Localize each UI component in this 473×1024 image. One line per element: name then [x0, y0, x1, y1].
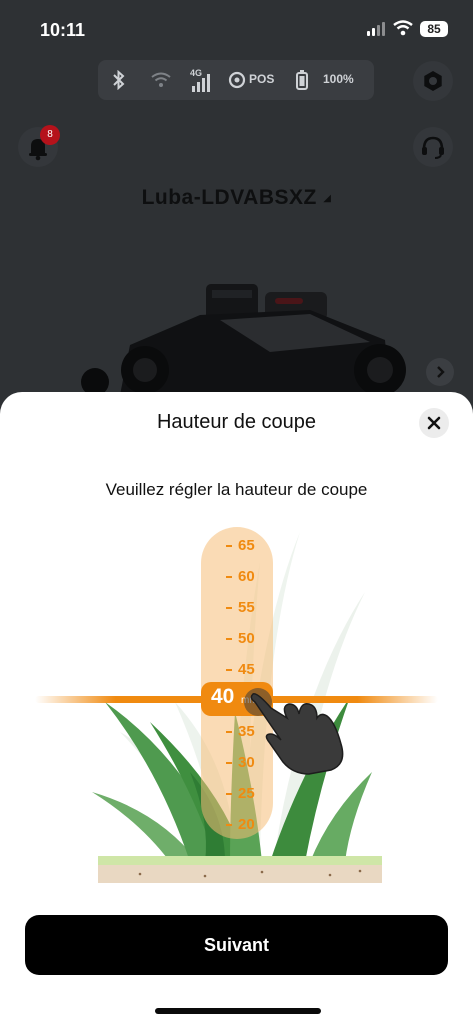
ruler-tick-mark [226, 576, 232, 579]
cellular-signal-icon [367, 22, 387, 36]
ruler-tick-mark [226, 731, 232, 734]
ruler-tick-mark [226, 669, 232, 672]
ruler-tick-mark [226, 638, 232, 641]
notification-badge: 8 [40, 125, 60, 145]
ruler-tick-label: 45 [226, 661, 276, 678]
cutting-height-sheet: Hauteur de coupe Veuillez régler la haut… [0, 392, 473, 1024]
support-button[interactable] [413, 127, 453, 167]
close-button[interactable] [419, 408, 449, 438]
ruler-tick-mark [226, 793, 232, 796]
next-device-button[interactable] [426, 358, 454, 386]
ruler-tick-value: 55 [238, 599, 255, 616]
headset-icon [422, 136, 444, 159]
ruler-tick-label: 50 [226, 630, 276, 647]
ruler-tick-label: 60 [226, 568, 276, 585]
ruler-tick-value: 45 [238, 661, 255, 678]
connection-status-bar[interactable]: 4G POS 100% [98, 60, 374, 100]
sheet-title: Hauteur de coupe [156, 411, 316, 433]
dropdown-triangle-icon: ◢ [323, 192, 332, 204]
bluetooth-icon [113, 70, 125, 90]
settings-button[interactable] [413, 61, 453, 101]
ruler-tick-mark [226, 607, 232, 610]
selected-height-value: 40 [211, 685, 235, 708]
battery-percent: 100% [323, 72, 354, 86]
ruler-tick-value: 50 [238, 630, 255, 647]
ruler-tick-mark [226, 762, 232, 765]
ruler-tick-value: 25 [238, 785, 255, 802]
mower-image [81, 284, 406, 395]
hand-pointer-icon [244, 688, 344, 775]
status-bar: 10:11 85 [0, 0, 473, 56]
pos-icon [228, 71, 246, 89]
battery-level: 85 [420, 21, 448, 37]
device-name: Luba-LDVABSXZ [141, 186, 317, 209]
wifi-icon [151, 72, 171, 87]
settings-icon [424, 71, 442, 91]
ruler-tick-mark [226, 545, 232, 548]
ruler-tick-label: 25 [226, 785, 276, 802]
ruler-tick-label: 20 [226, 816, 276, 833]
device-selector[interactable]: Luba-LDVABSXZ ◢ [0, 186, 473, 210]
ruler-tick-mark [226, 824, 232, 827]
ruler-tick-value: 60 [238, 568, 255, 585]
ruler-tick-value: 20 [238, 816, 255, 833]
pos-label: POS [249, 72, 275, 86]
ruler-tick-label: 65 [226, 537, 276, 554]
close-icon [427, 416, 441, 430]
battery-icon [296, 70, 308, 90]
instruction-text: Veuillez régler la hauteur de coupe [105, 480, 368, 499]
next-button[interactable]: Suivant [25, 915, 448, 975]
signal-4g-icon: 4G [190, 68, 216, 92]
home-indicator [155, 1008, 321, 1014]
chevron-right-icon [437, 366, 445, 378]
status-time: 10:11 [40, 20, 86, 40]
wifi-status-icon [393, 20, 413, 36]
ruler-tick-value: 65 [238, 537, 255, 554]
ruler-tick-label: 55 [226, 599, 276, 616]
